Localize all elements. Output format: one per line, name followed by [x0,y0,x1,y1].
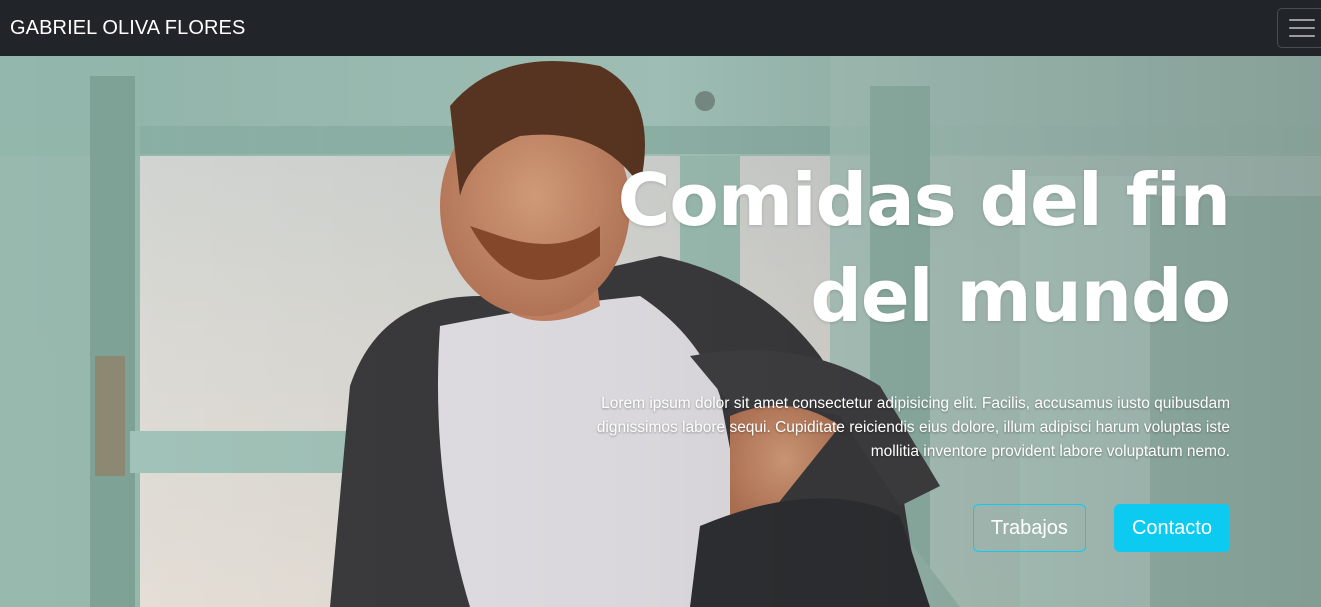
hero-section: Comidas del fin del mundo Lorem ipsum do… [0,56,1321,607]
brand-link[interactable]: GABRIEL OLIVA FLORES [10,17,245,40]
navbar-toggler-button[interactable] [1277,8,1321,48]
hamburger-line [1288,35,1315,37]
contact-button[interactable]: Contacto [1113,504,1230,552]
hero-content: Comidas del fin del mundo Lorem ipsum do… [590,152,1231,464]
hamburger-menu-icon [1288,19,1315,21]
navbar: GABRIEL OLIVA FLORES [0,0,1321,56]
hero-title: Comidas del fin del mundo [617,158,1231,338]
hamburger-line [1288,27,1315,29]
hero-description: Lorem ipsum dolor sit amet consectetur a… [596,395,1230,460]
hero-buttons: Trabajos Contacto [972,504,1230,552]
works-button[interactable]: Trabajos [972,504,1086,552]
